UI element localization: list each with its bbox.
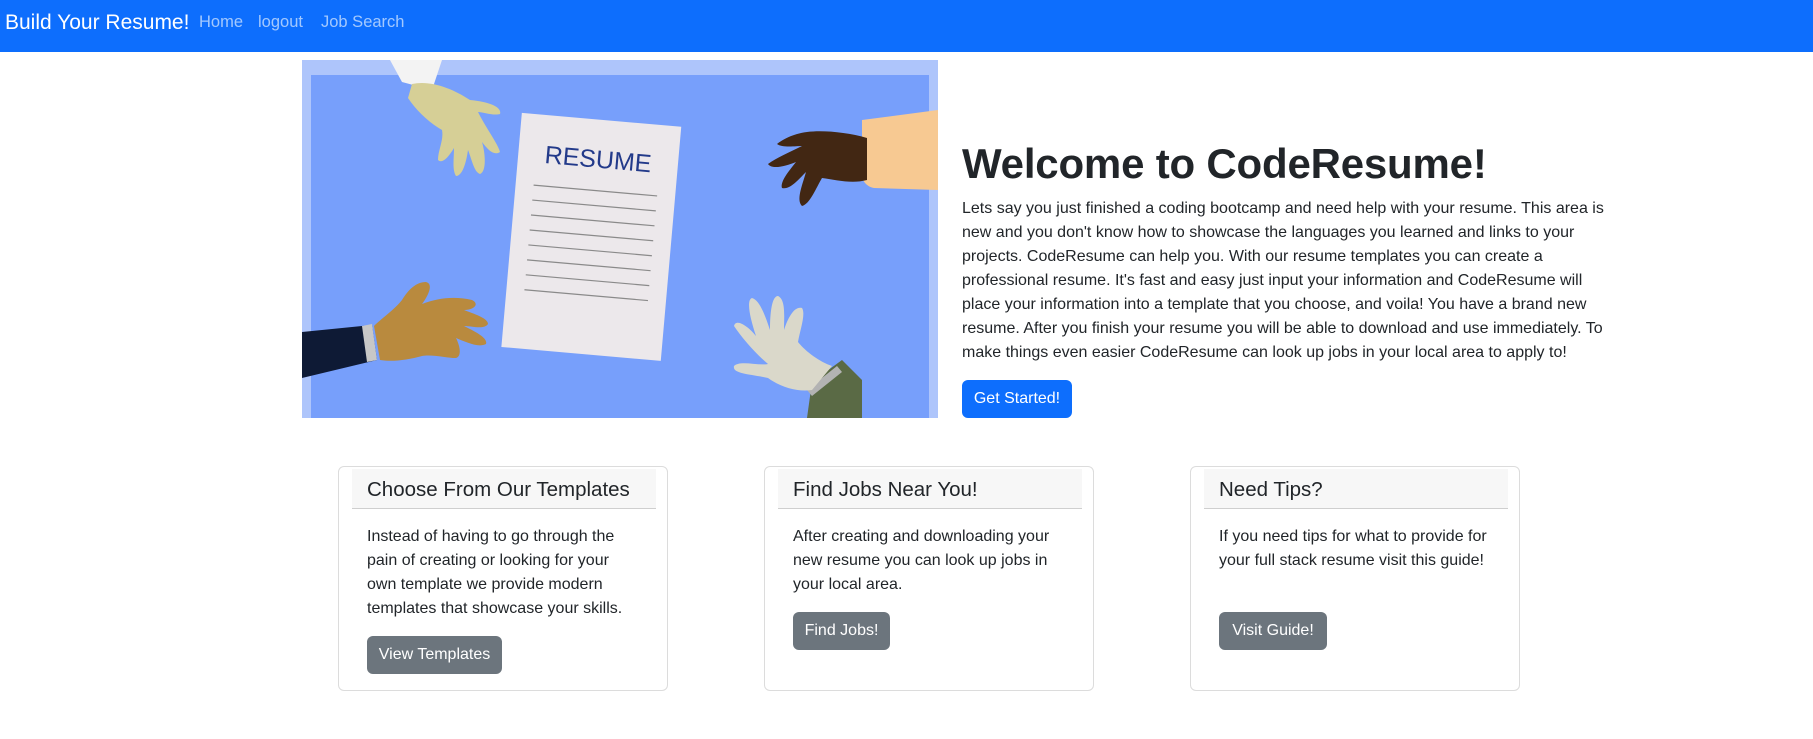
nav-job-search-link[interactable]: Job Search xyxy=(321,13,404,32)
get-started-button[interactable]: Get Started! xyxy=(962,380,1072,418)
card-title: Choose From Our Templates xyxy=(367,478,630,501)
view-templates-button[interactable]: View Templates xyxy=(367,636,502,674)
card-text: Instead of having to go through the pain… xyxy=(367,528,623,617)
visit-guide-button[interactable]: Visit Guide! xyxy=(1219,612,1327,650)
hero-description: Lets say you just finished a coding boot… xyxy=(962,200,1604,361)
nav-logout-link[interactable]: logout xyxy=(258,13,303,32)
jobs-card: Find Jobs Near You! After creating and d… xyxy=(764,466,1094,691)
tips-card: Need Tips? If you need tips for what to … xyxy=(1190,466,1520,691)
navbar: Build Your Resume! Home logout Job Searc… xyxy=(0,0,1813,52)
brand-link[interactable]: Build Your Resume! xyxy=(5,11,189,35)
card-text: After creating and downloading your new … xyxy=(793,528,1050,593)
find-jobs-button[interactable]: Find Jobs! xyxy=(793,612,890,650)
card-header: Find Jobs Near You! xyxy=(778,469,1082,509)
card-title: Find Jobs Near You! xyxy=(793,478,978,501)
card-text: If you need tips for what to provide for… xyxy=(1219,528,1487,569)
resume-hands-illustration: RESUME xyxy=(302,60,938,418)
nav-home-link[interactable]: Home xyxy=(199,13,243,32)
templates-card: Choose From Our Templates Instead of hav… xyxy=(338,466,668,691)
card-header: Choose From Our Templates xyxy=(352,469,656,509)
card-header: Need Tips? xyxy=(1204,469,1508,509)
hero-title: Welcome to CodeResume! xyxy=(962,140,1487,187)
hero-illustration: RESUME xyxy=(302,60,938,418)
card-title: Need Tips? xyxy=(1219,478,1323,501)
